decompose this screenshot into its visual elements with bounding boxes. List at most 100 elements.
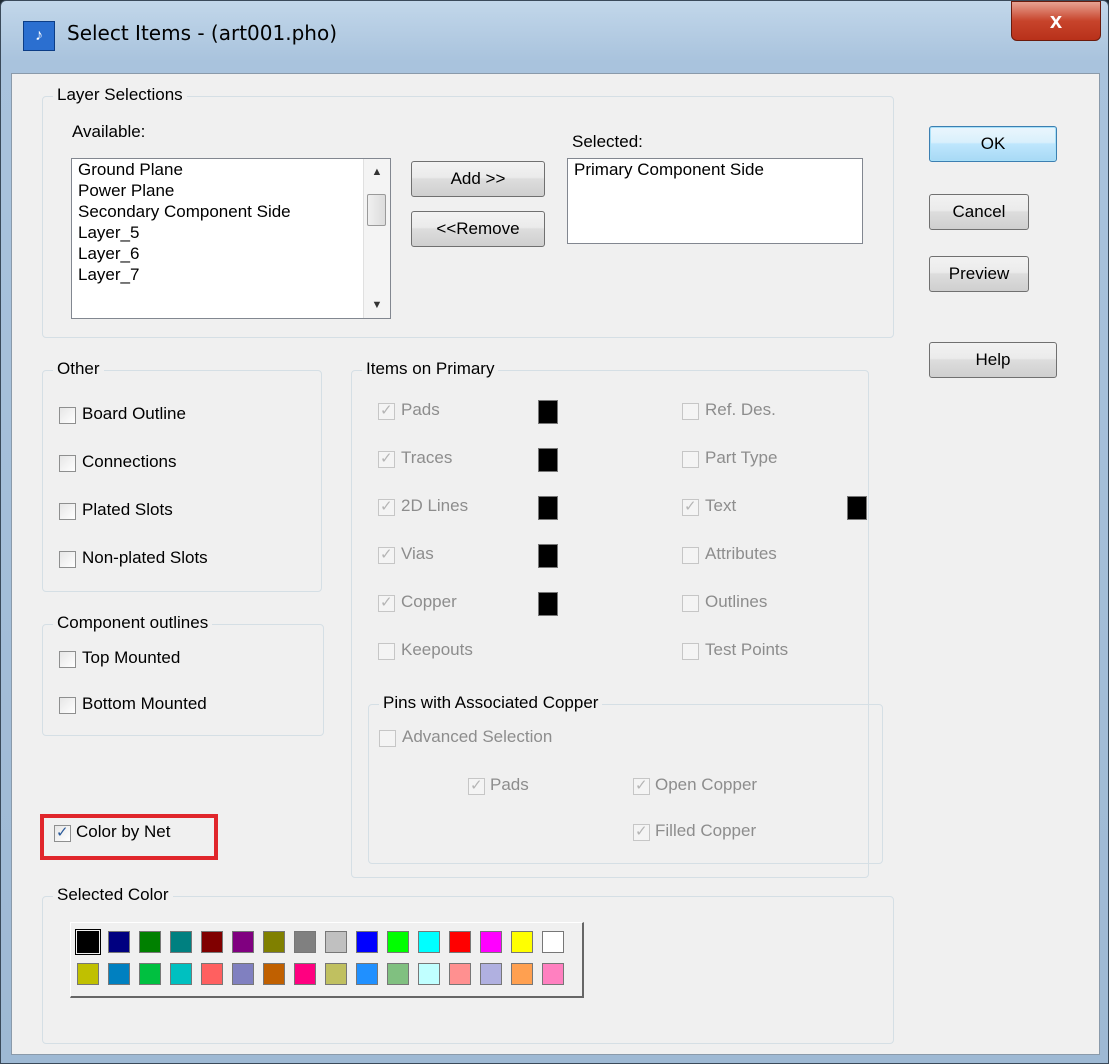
palette-color-cell[interactable] — [232, 931, 254, 953]
pins-pads-checkbox[interactable]: ✓ — [468, 777, 485, 795]
checkmark-icon: ✓ — [56, 824, 69, 841]
palette-color-cell[interactable] — [356, 963, 378, 985]
primary-test-points-checkbox[interactable] — [682, 643, 699, 660]
available-list-item[interactable]: Secondary Component Side — [72, 201, 390, 222]
palette-color-cell[interactable] — [108, 931, 130, 953]
primary-text-checkbox[interactable]: ✓ — [682, 498, 699, 516]
palette-color-cell[interactable] — [511, 963, 533, 985]
palette-color-cell[interactable] — [170, 963, 192, 985]
palette-color-cell[interactable] — [449, 963, 471, 985]
available-list-item[interactable]: Layer_7 — [72, 264, 390, 285]
pins-copper-label: Pins with Associated Copper — [379, 693, 603, 713]
remove-button[interactable]: <<Remove — [411, 211, 545, 247]
primary-ref-des-checkbox[interactable] — [682, 403, 699, 420]
palette-color-cell[interactable] — [77, 963, 99, 985]
available-list-item[interactable]: Power Plane — [72, 180, 390, 201]
primary-2d-lines-color-swatch[interactable] — [538, 496, 558, 520]
primary-text-color-swatch[interactable] — [847, 496, 867, 520]
palette-color-cell[interactable] — [387, 931, 409, 953]
primary-part-type-checkbox[interactable] — [682, 451, 699, 468]
non-plated-slots-checkbox[interactable] — [59, 551, 76, 568]
filled-copper-checkbox[interactable]: ✓ — [633, 823, 650, 841]
palette-color-cell[interactable] — [325, 931, 347, 953]
selected-list-item[interactable]: Primary Component Side — [568, 159, 862, 180]
primary-copper-checkbox[interactable]: ✓ — [378, 594, 395, 612]
selected-label: Selected: — [572, 132, 643, 151]
palette-color-cell[interactable] — [449, 931, 471, 953]
primary-traces-checkbox[interactable]: ✓ — [378, 450, 395, 468]
non-plated-slots-label: Non-plated Slots — [82, 548, 208, 567]
plated-slots-label: Plated Slots — [82, 500, 173, 519]
palette-color-cell[interactable] — [542, 931, 564, 953]
palette-color-cell[interactable] — [294, 931, 316, 953]
available-list-item[interactable]: Layer_5 — [72, 222, 390, 243]
board-outline-label: Board Outline — [82, 404, 186, 423]
connections-checkbox[interactable] — [59, 455, 76, 472]
help-button[interactable]: Help — [929, 342, 1057, 378]
palette-color-cell[interactable] — [542, 963, 564, 985]
primary-text-label: Text — [705, 496, 737, 515]
primary-copper-label: Copper — [401, 592, 457, 611]
palette-color-cell[interactable] — [75, 929, 101, 955]
close-button[interactable]: x — [1011, 1, 1101, 41]
selected-listbox[interactable]: Primary Component Side — [567, 158, 863, 244]
advanced-selection-label: Advanced Selection — [402, 727, 553, 746]
palette-color-cell[interactable] — [480, 963, 502, 985]
primary-traces-color-swatch[interactable] — [538, 448, 558, 472]
primary-ref-des-label: Ref. Des. — [705, 400, 776, 419]
available-listbox[interactable]: Ground Plane Power Plane Secondary Compone… — [71, 158, 391, 319]
primary-copper-color-swatch[interactable] — [538, 592, 558, 616]
board-outline-checkbox[interactable] — [59, 407, 76, 424]
palette-color-cell[interactable] — [263, 963, 285, 985]
cancel-button[interactable]: Cancel — [929, 194, 1029, 230]
palette-color-cell[interactable] — [201, 963, 223, 985]
plated-slots-checkbox[interactable] — [59, 503, 76, 520]
scroll-thumb[interactable] — [367, 194, 386, 226]
open-copper-checkbox[interactable]: ✓ — [633, 777, 650, 795]
palette-color-cell[interactable] — [170, 931, 192, 953]
palette-color-cell[interactable] — [387, 963, 409, 985]
advanced-selection-checkbox[interactable] — [379, 730, 396, 747]
primary-2d-lines-label: 2D Lines — [401, 496, 469, 515]
primary-traces-label: Traces — [401, 448, 453, 467]
checkmark-icon: ✓ — [380, 546, 393, 563]
palette-color-cell[interactable] — [480, 931, 502, 953]
color-by-net-checkbox[interactable]: ✓ — [54, 824, 71, 842]
palette-color-cell[interactable] — [108, 963, 130, 985]
available-list-item[interactable]: Layer_6 — [72, 243, 390, 264]
palette-color-cell[interactable] — [325, 963, 347, 985]
scroll-up-icon[interactable]: ▲ — [364, 161, 390, 183]
primary-2d-lines-checkbox[interactable]: ✓ — [378, 498, 395, 516]
title-bar[interactable]: ♪ Select Items - (art001.pho) x — [1, 1, 1108, 73]
available-scrollbar[interactable]: ▲ ▼ — [363, 159, 390, 318]
checkmark-icon: ✓ — [635, 777, 648, 794]
primary-pads-color-swatch[interactable] — [538, 400, 558, 424]
primary-vias-color-swatch[interactable] — [538, 544, 558, 568]
bottom-mounted-checkbox[interactable] — [59, 697, 76, 714]
primary-attributes-checkbox[interactable] — [682, 547, 699, 564]
top-mounted-checkbox[interactable] — [59, 651, 76, 668]
items-on-primary-label: Items on Primary — [362, 359, 499, 379]
scroll-down-icon[interactable]: ▼ — [364, 294, 390, 316]
palette-color-cell[interactable] — [356, 931, 378, 953]
primary-outlines-checkbox[interactable] — [682, 595, 699, 612]
primary-keepouts-checkbox[interactable] — [378, 643, 395, 660]
add-button[interactable]: Add >> — [411, 161, 545, 197]
palette-color-cell[interactable] — [139, 963, 161, 985]
ok-button[interactable]: OK — [929, 126, 1057, 162]
palette-color-cell[interactable] — [263, 931, 285, 953]
preview-button[interactable]: Preview — [929, 256, 1029, 292]
palette-color-cell[interactable] — [232, 963, 254, 985]
primary-pads-checkbox[interactable]: ✓ — [378, 402, 395, 420]
palette-color-cell[interactable] — [294, 963, 316, 985]
primary-pads-label: Pads — [401, 400, 440, 419]
primary-vias-label: Vias — [401, 544, 434, 563]
palette-color-cell[interactable] — [201, 931, 223, 953]
palette-color-cell[interactable] — [511, 931, 533, 953]
palette-color-cell[interactable] — [139, 931, 161, 953]
palette-color-cell[interactable] — [418, 931, 440, 953]
primary-vias-checkbox[interactable]: ✓ — [378, 546, 395, 564]
dialog-body: Layer Selections Available: Ground Plane… — [11, 73, 1100, 1055]
available-list-item[interactable]: Ground Plane — [72, 159, 390, 180]
palette-color-cell[interactable] — [418, 963, 440, 985]
